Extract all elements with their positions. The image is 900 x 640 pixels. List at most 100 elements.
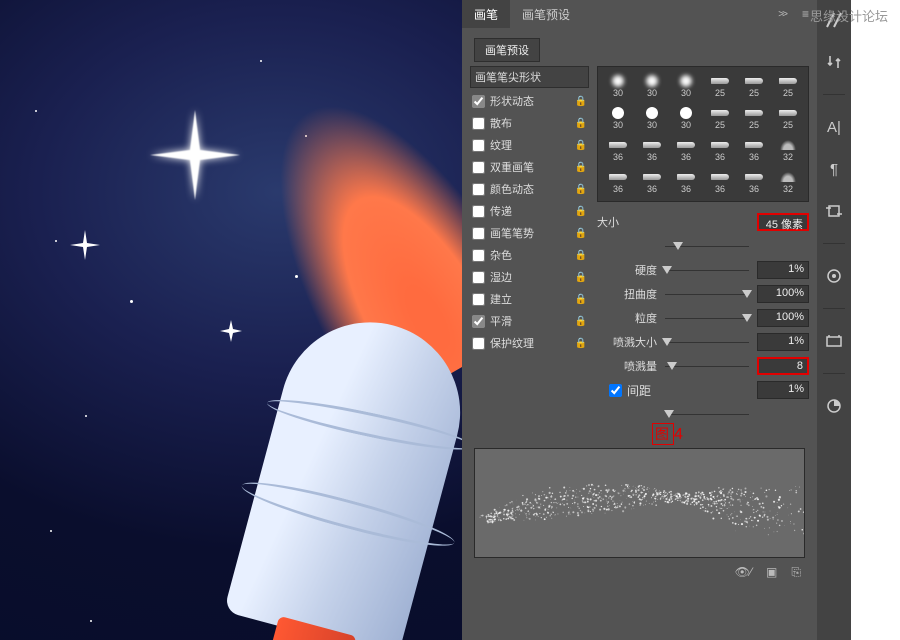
- brush-thumb[interactable]: 25: [704, 71, 736, 101]
- lock-icon[interactable]: 🔒: [575, 294, 587, 305]
- brush-thumb[interactable]: 32: [772, 135, 804, 165]
- brush-thumb[interactable]: 30: [636, 71, 668, 101]
- opt-shape-dynamics[interactable]: 形状动态🔒: [470, 90, 589, 112]
- size-slider[interactable]: [597, 234, 809, 258]
- star: [70, 230, 100, 260]
- slider-喷溅量[interactable]: 喷溅量 8: [597, 354, 809, 378]
- opt-label: 平滑: [490, 313, 575, 329]
- lock-icon[interactable]: 🔒: [575, 272, 587, 283]
- opt-label: 纹理: [490, 137, 575, 153]
- spacing-label: 间距: [627, 382, 673, 399]
- slider-硬度[interactable]: 硬度1%: [597, 258, 809, 282]
- opt-check[interactable]: [472, 315, 485, 328]
- opt-check[interactable]: [472, 139, 485, 152]
- spacing-value[interactable]: 1%: [757, 381, 809, 399]
- slider-value[interactable]: 1%: [757, 333, 809, 351]
- spacing-slider[interactable]: [597, 402, 809, 426]
- opt-check[interactable]: [472, 227, 485, 240]
- brush-thumb[interactable]: 25: [704, 103, 736, 133]
- tab-brush[interactable]: 画笔: [462, 0, 510, 29]
- opt-wet-edges[interactable]: 湿边🔒: [470, 266, 589, 288]
- brush-thumb[interactable]: 36: [738, 135, 770, 165]
- brush-thumb[interactable]: 36: [602, 167, 634, 197]
- opt-check[interactable]: [472, 117, 485, 130]
- brush-thumb[interactable]: 30: [602, 103, 634, 133]
- lock-icon[interactable]: 🔒: [575, 96, 587, 107]
- brush-thumb[interactable]: 36: [670, 167, 702, 197]
- brush-thumb[interactable]: 36: [636, 167, 668, 197]
- another-panel-icon[interactable]: [820, 392, 848, 420]
- lock-icon[interactable]: 🔒: [575, 118, 587, 129]
- toggle-preview-icon[interactable]: 👁⁄: [735, 565, 752, 579]
- character-panel-icon[interactable]: A|: [820, 113, 848, 141]
- brush-thumb[interactable]: 30: [670, 103, 702, 133]
- new-brush-icon[interactable]: ▣: [766, 565, 777, 579]
- library-panel-icon[interactable]: [820, 327, 848, 355]
- lock-icon[interactable]: 🔒: [575, 228, 587, 239]
- spacing-check[interactable]: [609, 384, 622, 397]
- slider-value[interactable]: 100%: [757, 309, 809, 327]
- opt-check[interactable]: [472, 95, 485, 108]
- brush-thumb[interactable]: 30: [670, 71, 702, 101]
- brush-thumb[interactable]: 36: [602, 135, 634, 165]
- lock-icon[interactable]: 🔒: [575, 338, 587, 349]
- opt-check[interactable]: [472, 293, 485, 306]
- opt-smoothing[interactable]: 平滑🔒: [470, 310, 589, 332]
- brush-thumb[interactable]: 25: [772, 71, 804, 101]
- opt-noise[interactable]: 杂色🔒: [470, 244, 589, 266]
- lock-icon[interactable]: 🔒: [575, 184, 587, 195]
- slider-value[interactable]: 100%: [757, 285, 809, 303]
- slider-扭曲度[interactable]: 扭曲度100%: [597, 282, 809, 306]
- new-preset-icon[interactable]: ⎘: [791, 565, 801, 580]
- opt-label: 画笔笔势: [490, 225, 575, 241]
- brush-thumb[interactable]: 36: [738, 167, 770, 197]
- slider-喷溅大小[interactable]: 喷溅大小1%: [597, 330, 809, 354]
- opt-check[interactable]: [472, 183, 485, 196]
- opt-buildup[interactable]: 建立🔒: [470, 288, 589, 310]
- brush-thumb[interactable]: 25: [772, 103, 804, 133]
- brush-thumb[interactable]: 25: [738, 71, 770, 101]
- paragraph-panel-icon[interactable]: ¶: [820, 155, 848, 183]
- lock-icon[interactable]: 🔒: [575, 162, 587, 173]
- brush-stroke-preview: [474, 448, 805, 558]
- brush-preset-button[interactable]: 画笔预设: [474, 38, 540, 62]
- figure-annotation: 图4: [652, 423, 685, 445]
- rocket-body: [224, 302, 462, 640]
- brush-thumb[interactable]: 30: [602, 71, 634, 101]
- lock-icon[interactable]: 🔒: [575, 206, 587, 217]
- slider-value[interactable]: 1%: [757, 261, 809, 279]
- opt-color-dynamics[interactable]: 颜色动态🔒: [470, 178, 589, 200]
- tab-brush-preset[interactable]: 画笔预设: [510, 0, 582, 29]
- brush-thumb[interactable]: 36: [704, 135, 736, 165]
- brush-thumb[interactable]: 36: [670, 135, 702, 165]
- slider-label: 喷溅量: [597, 358, 657, 374]
- opt-texture[interactable]: 纹理🔒: [470, 134, 589, 156]
- size-value[interactable]: 45 像素: [757, 213, 809, 231]
- swap-icon[interactable]: [820, 48, 848, 76]
- slider-粒度[interactable]: 粒度100%: [597, 306, 809, 330]
- opt-dual-brush[interactable]: 双重画笔🔒: [470, 156, 589, 178]
- opt-scattering[interactable]: 散布🔒: [470, 112, 589, 134]
- brush-thumb-grid[interactable]: 3030302525253030302525253636363636323636…: [597, 66, 809, 202]
- brush-tip-shape-row[interactable]: 画笔笔尖形状: [470, 66, 589, 88]
- brush-thumb[interactable]: 25: [738, 103, 770, 133]
- opt-check[interactable]: [472, 271, 485, 284]
- lock-icon[interactable]: 🔒: [575, 250, 587, 261]
- opt-check[interactable]: [472, 337, 485, 350]
- cc-libraries-icon[interactable]: [820, 262, 848, 290]
- brush-thumb[interactable]: 32: [772, 167, 804, 197]
- slider-value[interactable]: 8: [757, 357, 809, 375]
- lock-icon[interactable]: 🔒: [575, 316, 587, 327]
- opt-protect-texture[interactable]: 保护纹理🔒: [470, 332, 589, 354]
- opt-check[interactable]: [472, 161, 485, 174]
- brush-thumb[interactable]: 30: [636, 103, 668, 133]
- brush-thumb[interactable]: 36: [636, 135, 668, 165]
- opt-brush-pose[interactable]: 画笔笔势🔒: [470, 222, 589, 244]
- opt-check[interactable]: [472, 249, 485, 262]
- opt-transfer[interactable]: 传递🔒: [470, 200, 589, 222]
- crop-panel-icon[interactable]: [820, 197, 848, 225]
- opt-check[interactable]: [472, 205, 485, 218]
- lock-icon[interactable]: 🔒: [575, 140, 587, 151]
- collapse-chevrons-icon[interactable]: >>: [770, 5, 794, 24]
- brush-thumb[interactable]: 36: [704, 167, 736, 197]
